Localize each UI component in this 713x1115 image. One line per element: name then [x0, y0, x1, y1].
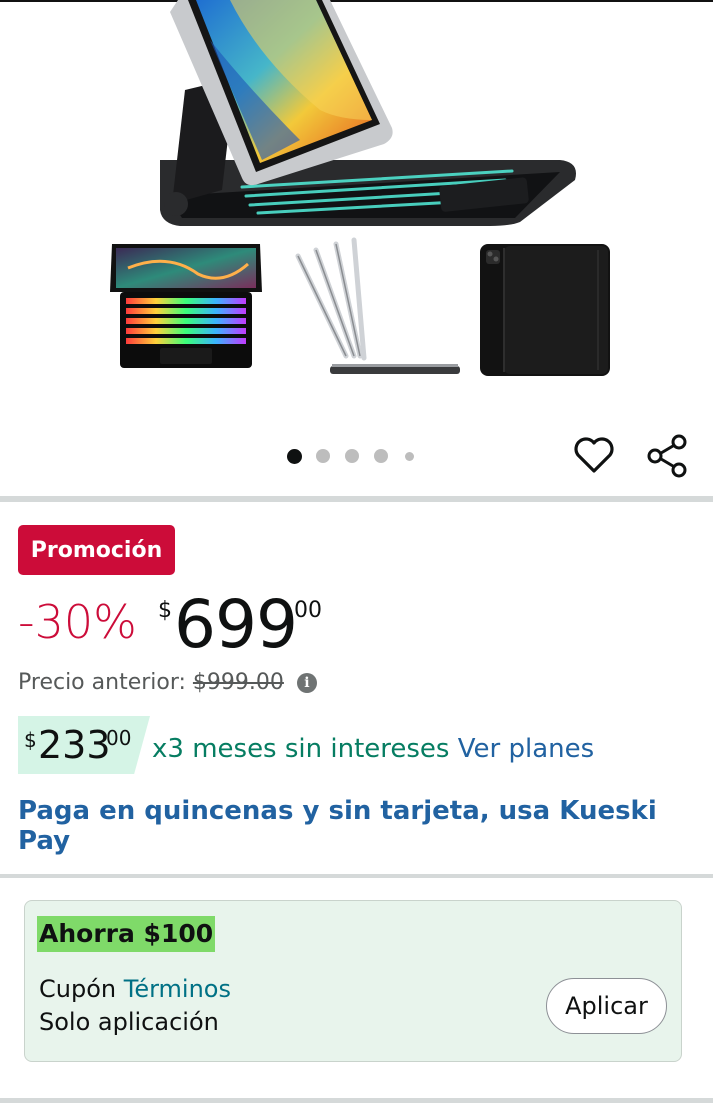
product-image-gallery[interactable] [0, 0, 713, 496]
promo-badge: Promoción [18, 525, 175, 575]
coupon-line: Cupón Términos [39, 975, 231, 1003]
previous-price-row: Precio anterior: $999.00 i [18, 670, 317, 695]
apply-coupon-button[interactable]: Aplicar [546, 978, 667, 1034]
info-icon[interactable]: i [296, 673, 317, 693]
coupon-label: Cupón [39, 975, 117, 1003]
product-image[interactable] [0, 0, 713, 420]
installment-price-badge: $ 233 00 [18, 716, 150, 774]
carousel-dot-active[interactable] [287, 449, 302, 464]
share-icon[interactable] [644, 433, 690, 479]
installment-text-row: x3 meses sin intereses Ver planes [152, 734, 594, 764]
price-whole: 699 [174, 586, 298, 663]
installment-fraction: 00 [106, 726, 132, 750]
installment-text: x3 meses sin intereses [152, 734, 450, 764]
discount-percent: -30% [18, 595, 137, 649]
coupon-app-only: Solo aplicación [39, 1008, 219, 1036]
coupon-terms-link[interactable]: Términos [124, 975, 231, 1003]
coupon-savings-badge: Ahorra $100 [37, 916, 216, 952]
heart-icon[interactable] [572, 433, 616, 477]
section-divider [0, 496, 713, 502]
carousel-dot[interactable] [374, 449, 388, 463]
installment-currency: $ [24, 728, 37, 752]
installment-whole: 233 [38, 723, 111, 767]
see-plans-link[interactable]: Ver planes [458, 734, 594, 764]
carousel-dot[interactable] [345, 449, 359, 463]
carousel-dot[interactable] [405, 452, 414, 461]
previous-price-label: Precio anterior: [18, 670, 186, 695]
price-currency: $ [158, 598, 172, 623]
kueski-pay-link[interactable]: Paga en quincenas y sin tarjeta, usa Kue… [18, 796, 713, 856]
price-fraction: 00 [294, 598, 322, 623]
previous-price-value: $999.00 [192, 670, 284, 695]
coupon-card: Ahorra $100 Cupón Términos Solo aplicaci… [24, 900, 682, 1062]
section-divider [0, 1098, 713, 1103]
carousel-dot[interactable] [316, 449, 330, 463]
section-divider [0, 874, 713, 878]
